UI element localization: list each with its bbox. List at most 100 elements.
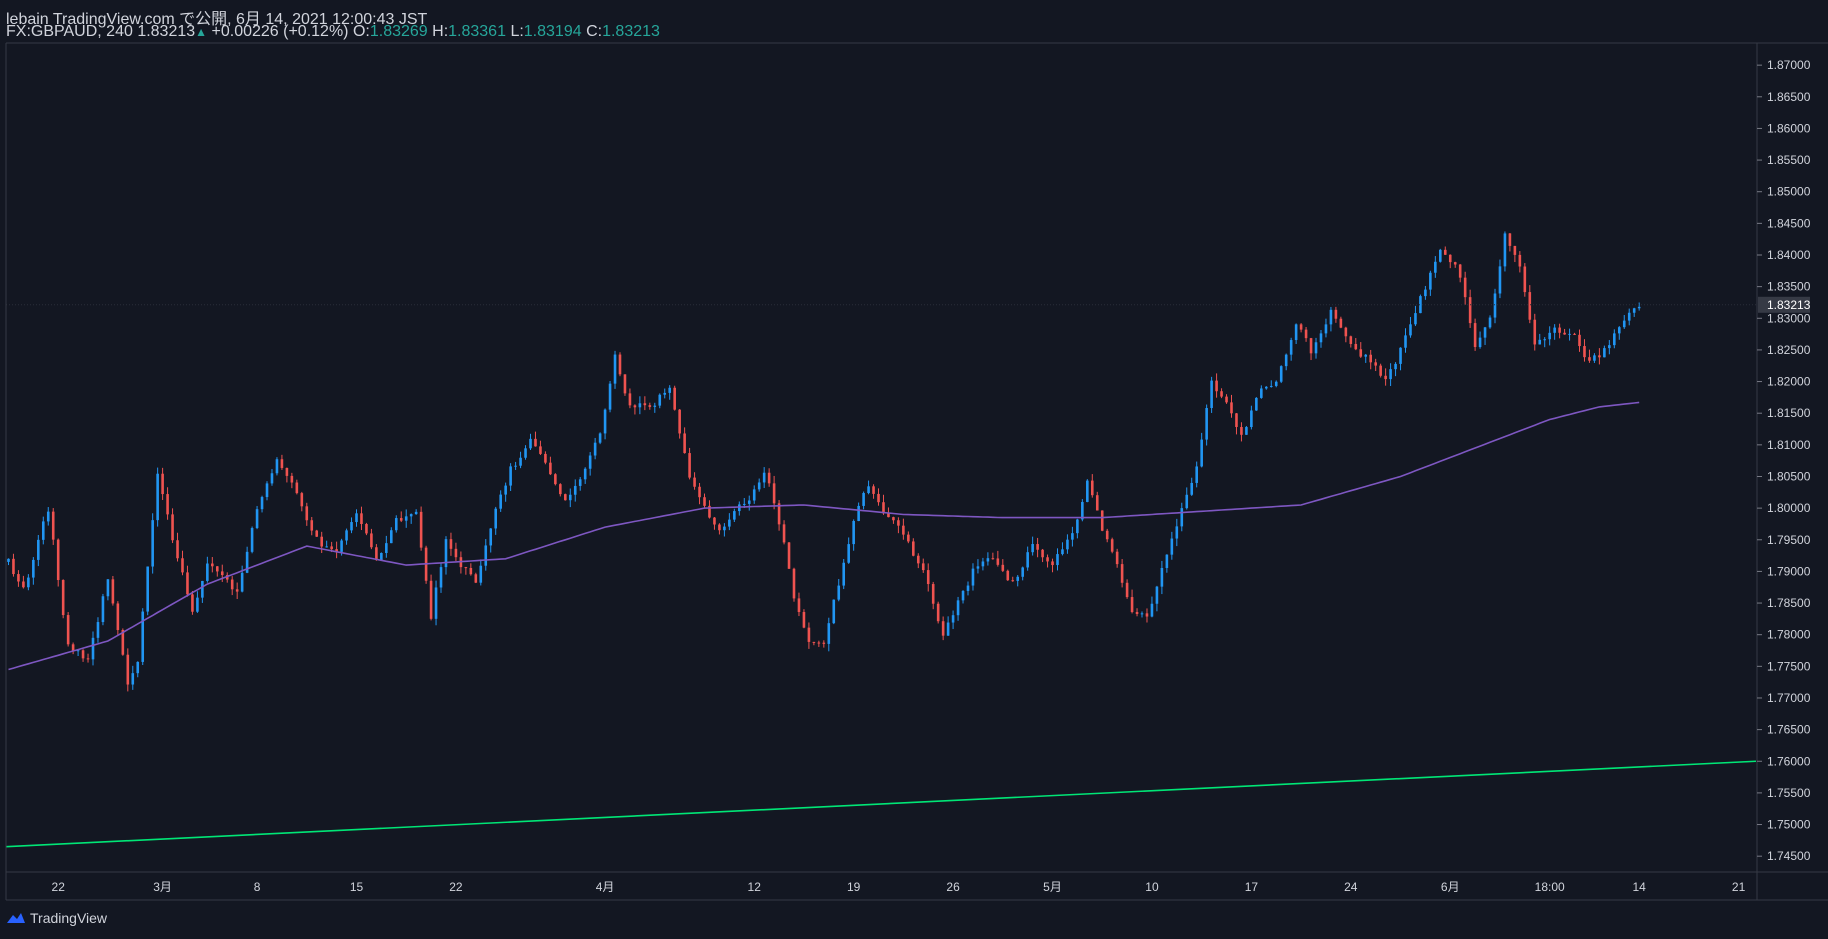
price-tick-label: 1.79000 (1767, 564, 1811, 578)
candle-body (857, 505, 860, 521)
candle-body (220, 571, 224, 576)
candle-body (235, 589, 239, 592)
candle-body (1026, 552, 1029, 568)
candle-body (1593, 355, 1596, 361)
candle-body (1598, 355, 1601, 358)
candle-body (1284, 354, 1288, 367)
candle-body (22, 581, 25, 588)
candle-body (1453, 262, 1457, 265)
candle-body (524, 448, 527, 458)
candle-body (693, 477, 696, 487)
price-tick-label: 1.75500 (1767, 786, 1811, 800)
candle-body (265, 483, 269, 498)
candle-body (1031, 544, 1034, 553)
candle-body (1095, 495, 1099, 511)
candle-body (1006, 570, 1010, 581)
candle-body (27, 577, 30, 588)
candle-body (1135, 612, 1139, 614)
candle-body (653, 405, 657, 407)
candle-body (230, 579, 234, 590)
trendline (5, 760, 1757, 848)
candle-body (1165, 554, 1169, 568)
candle-body (519, 457, 522, 466)
candle-body (360, 513, 363, 525)
candle-body (275, 459, 279, 474)
candle-body (648, 405, 652, 407)
candle-body (146, 566, 149, 612)
time-tick-label: 22 (449, 880, 463, 894)
candle-body (1061, 549, 1064, 555)
candle-body (1250, 410, 1253, 428)
candle-body (1424, 289, 1427, 297)
candle-body (389, 530, 393, 544)
candle-body (429, 580, 433, 619)
candle-body (827, 623, 831, 644)
candle-body (1140, 613, 1144, 615)
candle-body (439, 567, 443, 588)
candle-body (1439, 249, 1442, 262)
candle-body (215, 566, 219, 572)
candle-body (678, 409, 681, 434)
candle-body (633, 405, 637, 408)
time-tick-label: 22 (52, 880, 66, 894)
candle-body (618, 354, 622, 375)
price-tick-label: 1.77500 (1767, 659, 1811, 673)
time-tick-label: 8 (254, 880, 261, 894)
candle-body (1279, 366, 1283, 382)
candle-body (126, 654, 130, 685)
price-tick-label: 1.76500 (1767, 723, 1811, 737)
candle-body (211, 563, 214, 567)
candle-body (1086, 480, 1089, 502)
candle-body (941, 621, 945, 636)
candle-body (921, 563, 925, 571)
candle-body (419, 511, 423, 548)
candle-body (151, 520, 154, 567)
candle-body (931, 584, 935, 604)
candle-body (1632, 308, 1636, 313)
price-chart[interactable]: 1.87000 1.86500 1.86000 1.85500 1.85000 1.845… (0, 0, 1828, 939)
candle-body (1110, 539, 1114, 552)
candle-body (1016, 576, 1020, 581)
candle-body (837, 585, 841, 600)
candle-body (1578, 334, 1581, 347)
candle-body (101, 596, 105, 623)
candle-body (782, 524, 786, 543)
candle-body (1588, 357, 1591, 361)
candle-body (131, 673, 135, 685)
candle-body (1145, 613, 1149, 617)
candle-body (762, 472, 766, 483)
candle-body (315, 530, 319, 537)
candle-body (196, 597, 199, 612)
candle-body (1364, 354, 1368, 357)
footer-brand: TradingView (6, 910, 107, 926)
candle-body (703, 497, 706, 506)
price-tick-label: 1.83500 (1767, 280, 1811, 294)
candle-body (842, 562, 846, 586)
candle-body (1533, 319, 1537, 345)
candle-body (613, 354, 617, 384)
price-tick-label: 1.78500 (1767, 596, 1811, 610)
candle-body (514, 465, 517, 467)
candle-body (509, 466, 512, 486)
candle-body (529, 438, 532, 449)
time-tick-label: 15 (350, 880, 364, 894)
candle-body (872, 486, 875, 494)
candle-body (723, 526, 726, 531)
candle-body (1294, 324, 1298, 341)
candle-body (603, 409, 607, 434)
candle-body (1264, 386, 1268, 389)
candle-body (305, 506, 309, 521)
candle-body (1617, 327, 1621, 334)
candle-body (946, 622, 950, 636)
candle-body (713, 517, 716, 525)
price-tick-label: 1.79500 (1767, 533, 1811, 547)
candle-body (822, 642, 826, 644)
candle-body (966, 585, 970, 591)
price-tick-label: 1.81500 (1767, 406, 1811, 420)
candle-body (991, 558, 995, 560)
price-tick-label: 1.80500 (1767, 469, 1811, 483)
candle-body (1155, 586, 1159, 604)
candle-body (1627, 312, 1631, 321)
candle-body (588, 455, 592, 469)
candle-body (578, 479, 582, 486)
